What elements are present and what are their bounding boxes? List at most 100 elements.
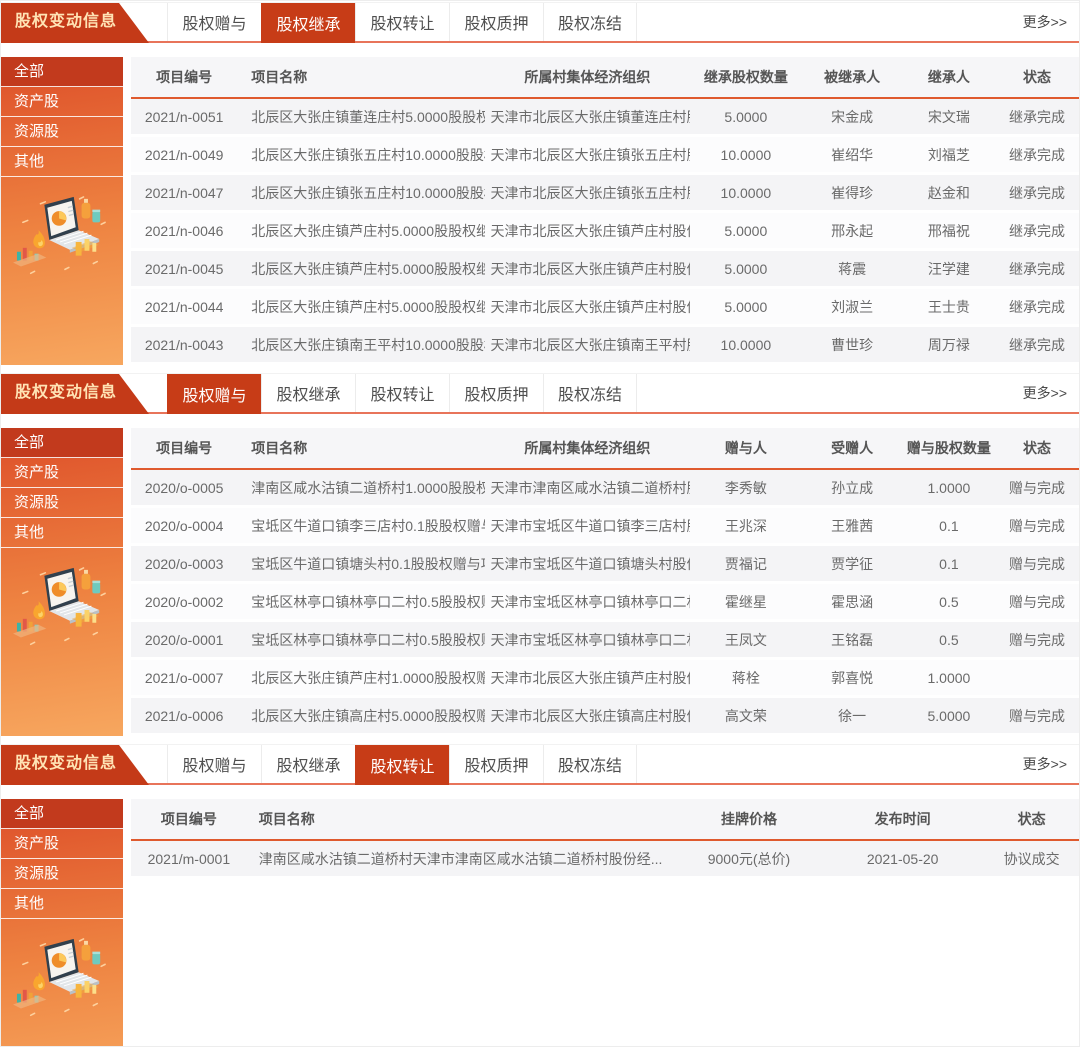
equity-tab[interactable]: 股权继承 — [261, 3, 355, 43]
panel-title-ribbon: 股权变动信息 — [1, 374, 151, 414]
sidebar-item[interactable]: 资源股 — [1, 859, 123, 889]
cell-project-id: 2021/n-0046 — [131, 212, 237, 250]
table-row[interactable]: 2021/n-0046 北辰区大张庄镇芦庄村5.0000股股权继承... 天津市… — [131, 212, 1079, 250]
cell-organization: 天津市宝坻区林亭口镇林亭口二村... — [485, 583, 691, 621]
cell-project-name: 津南区咸水沽镇二道桥村天津市津南区咸水沽镇二道桥村股份经... — [247, 840, 677, 878]
table-row[interactable]: 2021/n-0043 北辰区大张庄镇南王平村10.0000股股权继... 天津… — [131, 326, 1079, 364]
inheritance-table: 项目编号项目名称所属村集体经济组织继承股权数量被继承人继承人状态 2021/n-… — [131, 57, 1079, 365]
equity-tab[interactable]: 股权冻结 — [543, 374, 637, 412]
equity-tab[interactable]: 股权赠与 — [167, 3, 261, 41]
sidebar-item[interactable]: 其他 — [1, 889, 123, 919]
equity-tab[interactable]: 股权冻结 — [543, 3, 637, 41]
sidebar-item[interactable]: 资产股 — [1, 829, 123, 859]
sidebar-menu: 全部资产股资源股其他 — [1, 57, 123, 177]
cell-project-name: 北辰区大张庄镇高庄村5.0000股股权赠与... — [237, 697, 484, 735]
table-row[interactable]: 2021/o-0007 北辰区大张庄镇芦庄村1.0000股股权赠与... 天津市… — [131, 659, 1079, 697]
equity-tab[interactable]: 股权冻结 — [543, 745, 637, 783]
table-row[interactable]: 2021/n-0049 北辰区大张庄镇张五庄村10.0000股股权继... 天津… — [131, 136, 1079, 174]
more-link[interactable]: 更多>> — [1023, 12, 1079, 32]
cell-recipient: 王雅茜 — [801, 507, 903, 545]
cell-status: 赠与完成 — [995, 583, 1079, 621]
table-row[interactable]: 2020/o-0005 津南区咸水沽镇二道桥村1.0000股股权赠... 天津市… — [131, 469, 1079, 507]
cell-recipient: 霍思涵 — [801, 583, 903, 621]
cell-project-name: 宝坻区牛道口镇李三店村0.1股股权赠与项目 — [237, 507, 484, 545]
table-row[interactable]: 2021/n-0051 北辰区大张庄镇董连庄村5.0000股股权继... 天津市… — [131, 98, 1079, 136]
cell-project-id: 2020/o-0003 — [131, 545, 237, 583]
table-row[interactable]: 2020/o-0002 宝坻区林亭口镇林亭口二村0.5股股权赠与... 天津市宝… — [131, 583, 1079, 621]
equity-tab[interactable]: 股权继承 — [261, 745, 355, 783]
sidebar-item[interactable]: 其他 — [1, 518, 123, 548]
equity-tab[interactable]: 股权转让 — [355, 745, 449, 785]
cell-project-name: 北辰区大张庄镇董连庄村5.0000股股权继... — [237, 98, 484, 136]
cell-decedent: 邢永起 — [801, 212, 903, 250]
cell-status: 赠与完成 — [995, 697, 1079, 735]
equity-tab[interactable]: 股权质押 — [449, 745, 543, 783]
more-link[interactable]: 更多>> — [1023, 383, 1079, 403]
cell-project-name: 北辰区大张庄镇张五庄村10.0000股股权继... — [237, 174, 484, 212]
cell-project-id: 2020/o-0001 — [131, 621, 237, 659]
cell-quantity: 10.0000 — [690, 136, 801, 174]
equity-tab[interactable]: 股权转让 — [355, 3, 449, 41]
cell-project-id: 2021/n-0051 — [131, 98, 237, 136]
table-row[interactable]: 2020/o-0001 宝坻区林亭口镇林亭口二村0.5股股权赠与... 天津市宝… — [131, 621, 1079, 659]
cell-recipient: 孙立成 — [801, 469, 903, 507]
table-row[interactable]: 2021/n-0044 北辰区大张庄镇芦庄村5.0000股股权继承... 天津市… — [131, 288, 1079, 326]
cell-quantity: 0.1 — [903, 545, 995, 583]
panel-equity-transfer: 股权变动信息 股权赠与股权继承股权转让股权质押股权冻结 更多>> 全部资产股资源… — [1, 744, 1079, 1047]
table-row[interactable]: 2021/n-0045 北辰区大张庄镇芦庄村5.0000股股权继承... 天津市… — [131, 250, 1079, 288]
cell-organization: 天津市北辰区大张庄镇芦庄村股份... — [485, 659, 691, 697]
sidebar-item[interactable]: 全部 — [1, 799, 123, 829]
panel-body: 全部资产股资源股其他 项目编号项目名称所属村集体经济组织赠与人受赠人赠与股权数量… — [1, 428, 1079, 736]
sidebar-item[interactable]: 全部 — [1, 57, 123, 87]
cell-organization: 天津市津南区咸水沽镇二道桥村股... — [485, 469, 691, 507]
column-header: 受赠人 — [801, 428, 903, 469]
sidebar-item[interactable]: 资源股 — [1, 117, 123, 147]
sidebar-item[interactable]: 全部 — [1, 428, 123, 458]
cell-publish-date: 2021-05-20 — [821, 840, 984, 878]
sidebar-item[interactable]: 资产股 — [1, 458, 123, 488]
cell-status: 继承完成 — [995, 212, 1079, 250]
cell-quantity: 0.5 — [903, 621, 995, 659]
cell-project-name: 津南区咸水沽镇二道桥村1.0000股股权赠... — [237, 469, 484, 507]
equity-tab[interactable]: 股权质押 — [449, 374, 543, 412]
cell-status: 继承完成 — [995, 174, 1079, 212]
equity-tab[interactable]: 股权赠与 — [167, 745, 261, 783]
table-row[interactable]: 2021/m-0001 津南区咸水沽镇二道桥村天津市津南区咸水沽镇二道桥村股份经… — [131, 840, 1079, 878]
equity-tab[interactable]: 股权继承 — [261, 374, 355, 412]
column-header: 状态 — [995, 428, 1079, 469]
sidebar-item[interactable]: 资源股 — [1, 488, 123, 518]
category-sidebar: 全部资产股资源股其他 — [1, 428, 123, 736]
cell-project-id: 2021/n-0044 — [131, 288, 237, 326]
equity-tab[interactable]: 股权赠与 — [167, 374, 261, 414]
panel-equity-inheritance: 股权变动信息 股权赠与股权继承股权转让股权质押股权冻结 更多>> 全部资产股资源… — [1, 2, 1079, 365]
cell-project-id: 2021/o-0007 — [131, 659, 237, 697]
sidebar-item[interactable]: 其他 — [1, 147, 123, 177]
table-row[interactable]: 2021/o-0006 北辰区大张庄镇高庄村5.0000股股权赠与... 天津市… — [131, 697, 1079, 735]
column-header: 项目名称 — [247, 799, 677, 840]
table-row[interactable]: 2021/n-0047 北辰区大张庄镇张五庄村10.0000股股权继... 天津… — [131, 174, 1079, 212]
panel-body: 全部资产股资源股其他 项目编号项目名称所属村集体经济组织继承股权数量被继承人继承… — [1, 57, 1079, 365]
column-header: 项目编号 — [131, 799, 247, 840]
table-row[interactable]: 2020/o-0004 宝坻区牛道口镇李三店村0.1股股权赠与项目 天津市宝坻区… — [131, 507, 1079, 545]
cell-donor: 王兆深 — [690, 507, 801, 545]
panel-title-ribbon: 股权变动信息 — [1, 745, 151, 785]
cell-donor: 霍继星 — [690, 583, 801, 621]
cell-organization: 天津市北辰区大张庄镇高庄村股份... — [485, 697, 691, 735]
cell-organization: 天津市宝坻区林亭口镇林亭口二村... — [485, 621, 691, 659]
panel-body: 全部资产股资源股其他 项目编号项目名称挂牌价格发布时间状态 2021/m-000 — [1, 799, 1079, 1047]
cell-quantity: 0.5 — [903, 583, 995, 621]
panel-equity-gift: 股权变动信息 股权赠与股权继承股权转让股权质押股权冻结 更多>> 全部资产股资源… — [1, 373, 1079, 736]
cell-project-id: 2020/o-0004 — [131, 507, 237, 545]
analytics-illustration — [11, 935, 113, 1029]
cell-organization: 天津市北辰区大张庄镇董连庄村股... — [485, 98, 691, 136]
cell-recipient: 贾学征 — [801, 545, 903, 583]
cell-status: 继承完成 — [995, 250, 1079, 288]
more-link[interactable]: 更多>> — [1023, 754, 1079, 774]
equity-tab[interactable]: 股权转让 — [355, 374, 449, 412]
column-header: 赠与股权数量 — [903, 428, 995, 469]
cell-project-name: 北辰区大张庄镇芦庄村1.0000股股权赠与... — [237, 659, 484, 697]
table-row[interactable]: 2020/o-0003 宝坻区牛道口镇塘头村0.1股股权赠与项目 天津市宝坻区牛… — [131, 545, 1079, 583]
equity-tab[interactable]: 股权质押 — [449, 3, 543, 41]
sidebar-item[interactable]: 资产股 — [1, 87, 123, 117]
cell-quantity: 10.0000 — [690, 174, 801, 212]
